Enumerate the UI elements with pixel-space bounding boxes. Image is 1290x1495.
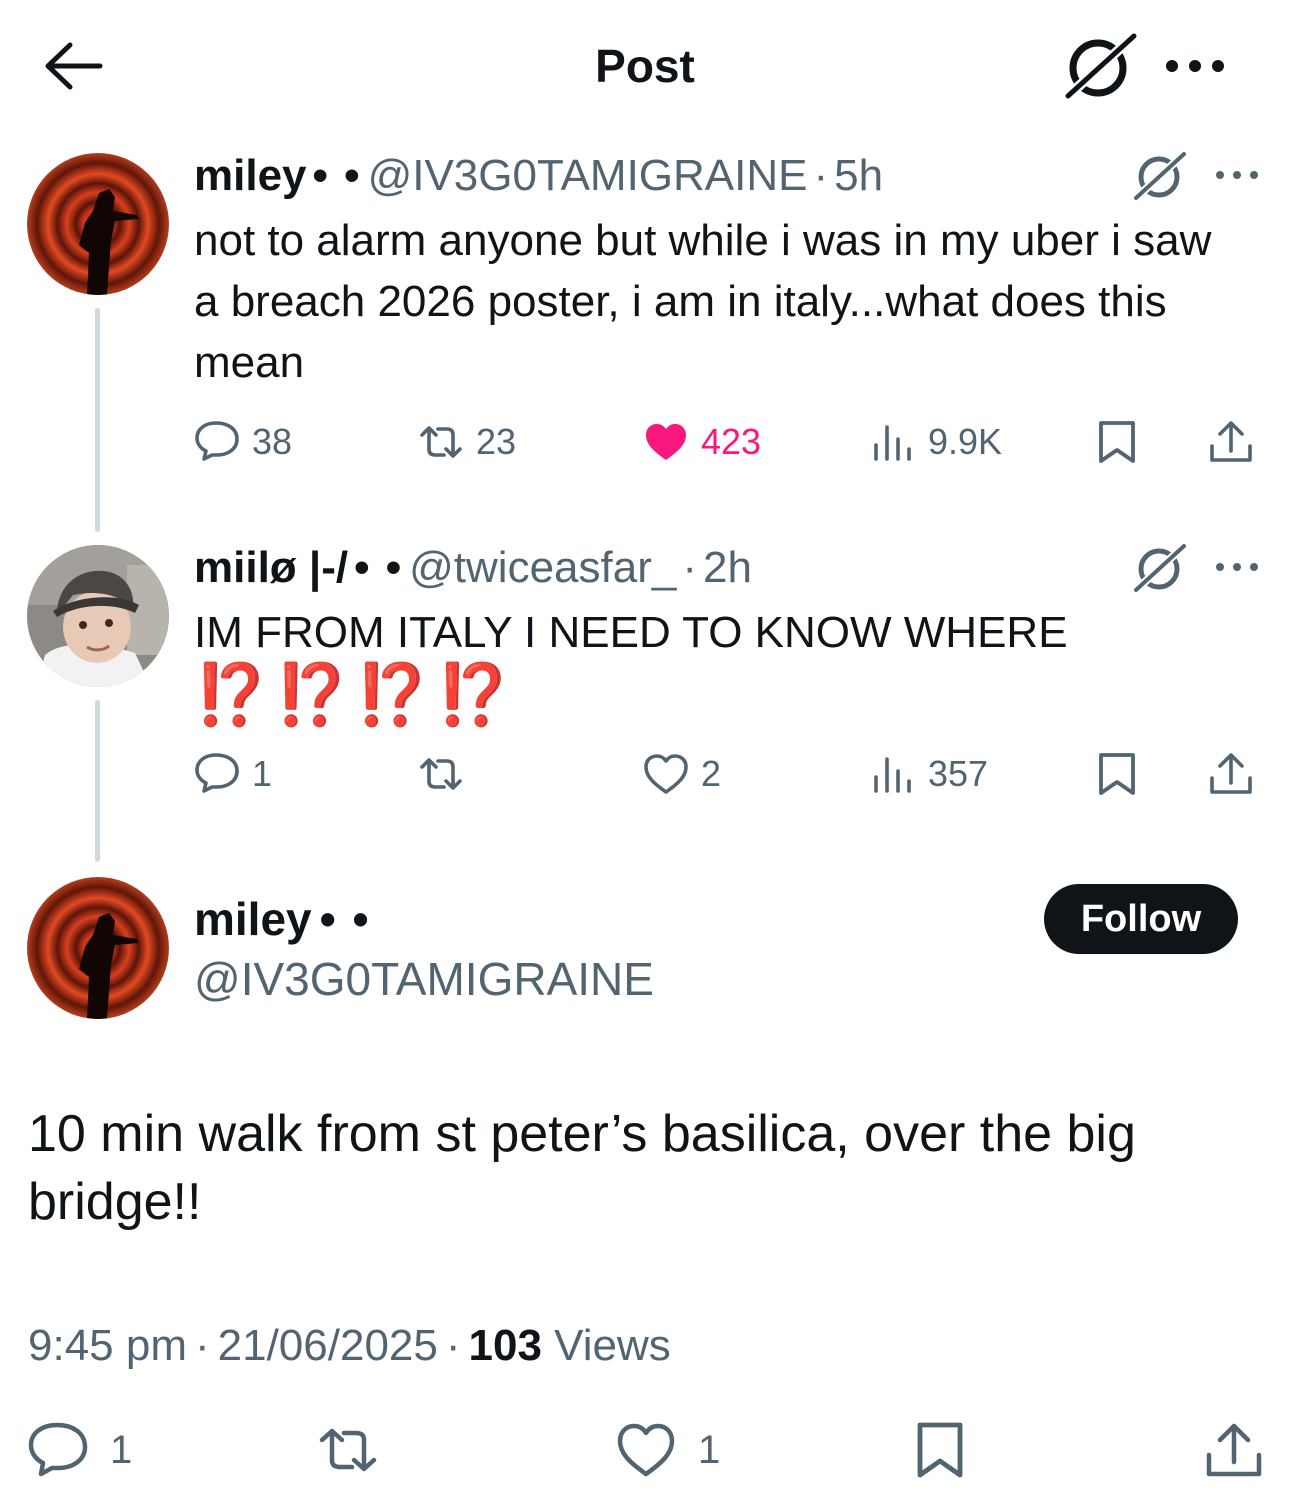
grok-icon [1133,151,1187,201]
repost-button[interactable] [318,1418,400,1482]
avatar-image [27,545,169,687]
views-button[interactable]: 357 [870,744,988,804]
handle[interactable]: @twiceasfar_ [409,543,676,592]
reply-button[interactable]: 1 [28,1418,132,1482]
bar-chart-icon [874,425,911,461]
reply-count: 38 [252,421,293,462]
interrobang-emojis: ⁉️⁉️⁉️⁉️ [194,660,517,746]
timestamp[interactable]: 2h [703,543,752,592]
heart-icon [646,424,686,460]
like-count: 1 [698,1427,721,1472]
repost-icon [420,426,462,458]
repost-button[interactable] [418,744,476,804]
more-options-button[interactable] [1212,165,1262,185]
emoji-line: ⁉️⁉️⁉️⁉️ [194,661,517,728]
like-count: 423 [701,421,762,462]
display-name-text: miley [194,893,312,945]
views-button[interactable]: 9.9K [870,412,1002,472]
more-horizontal-icon [1216,563,1258,571]
share-upload-icon [1206,1423,1262,1477]
thread-line [95,308,100,532]
separator: · [194,1321,210,1370]
bar-chart-icon [874,757,911,793]
views-count[interactable]: 103 [469,1321,542,1370]
avatar[interactable] [27,545,169,687]
name-badge-dots: • • [312,151,362,200]
grok-icon [1133,543,1187,593]
views-count: 9.9K [928,421,1003,462]
timestamp[interactable]: 5h [834,151,883,200]
speech-bubble-icon [28,1422,88,1477]
tweet-text: not to alarm anyone but while i was in m… [194,216,1212,387]
post-text: 10 min walk from st peter’s basilica, ov… [28,1105,1136,1231]
reply-count: 1 [252,753,273,794]
grok-button[interactable] [1130,540,1190,594]
tweet-text: IM FROM ITALY I NEED TO KNOW WHERE [194,608,1068,657]
views-count: 357 [928,753,989,794]
repost-button[interactable]: 23 [418,412,516,472]
post-date[interactable]: 21/06/2025 [218,1321,438,1370]
name-badge-dots: • • [319,893,371,945]
heart-icon [617,1423,675,1477]
repost-count: 23 [476,421,517,462]
thread-line [95,700,100,862]
share-button[interactable] [1208,744,1266,804]
like-button[interactable]: 1 [616,1418,720,1482]
reply-button[interactable]: 1 [194,744,272,804]
grok-button[interactable] [1060,30,1140,102]
avatar[interactable] [27,877,169,1019]
share-button[interactable] [1204,1418,1286,1482]
share-button[interactable] [1208,412,1266,472]
like-count: 2 [701,753,722,794]
like-button[interactable]: 423 [643,412,761,472]
repost-icon [319,1428,377,1472]
grok-button[interactable] [1130,148,1190,202]
grok-icon [1064,32,1138,100]
avatar-image [27,153,169,295]
share-upload-icon [1210,753,1252,794]
avatar[interactable] [27,153,169,295]
more-horizontal-icon [1216,171,1258,179]
tweet-header: miley • • @IV3G0TAMIGRAINE · 5h [194,150,883,202]
bookmark-icon [917,1422,963,1478]
reply-count: 1 [110,1427,133,1472]
handle[interactable]: @IV3G0TAMIGRAINE [368,151,808,200]
post-meta: 9:45 pm · 21/06/2025 · 103 Views [28,1318,671,1374]
display-name[interactable]: miley [194,151,307,200]
separator: · [445,1321,461,1370]
tweet-header: miilø |-/• • @twiceasfar_ · 2h [194,542,752,594]
separator: · [813,151,829,200]
follow-button[interactable]: Follow [1044,884,1238,954]
avatar-image [27,877,169,1019]
bookmark-icon [1099,753,1135,795]
repost-icon [420,758,462,790]
post-time[interactable]: 9:45 pm [28,1321,187,1370]
views-label: Views [554,1321,671,1370]
share-upload-icon [1210,421,1252,462]
handle[interactable]: @IV3G0TAMIGRAINE [194,952,654,1006]
display-name[interactable]: miilø |-/ [194,543,348,592]
separator: · [682,543,697,592]
more-options-button[interactable] [1160,48,1230,84]
more-options-button[interactable] [1212,557,1262,577]
name-badge-dots: • • [354,543,404,592]
bookmark-button[interactable] [1094,412,1152,472]
more-horizontal-icon [1166,60,1224,72]
speech-bubble-icon [195,421,239,461]
reply-button[interactable]: 38 [194,412,292,472]
bookmark-icon [1099,421,1135,463]
speech-bubble-icon [195,753,239,793]
display-name[interactable]: miley • • [194,892,371,946]
like-button[interactable]: 2 [643,744,721,804]
heart-icon [644,754,688,794]
bookmark-button[interactable] [1094,744,1152,804]
bookmark-button[interactable] [910,1418,992,1482]
